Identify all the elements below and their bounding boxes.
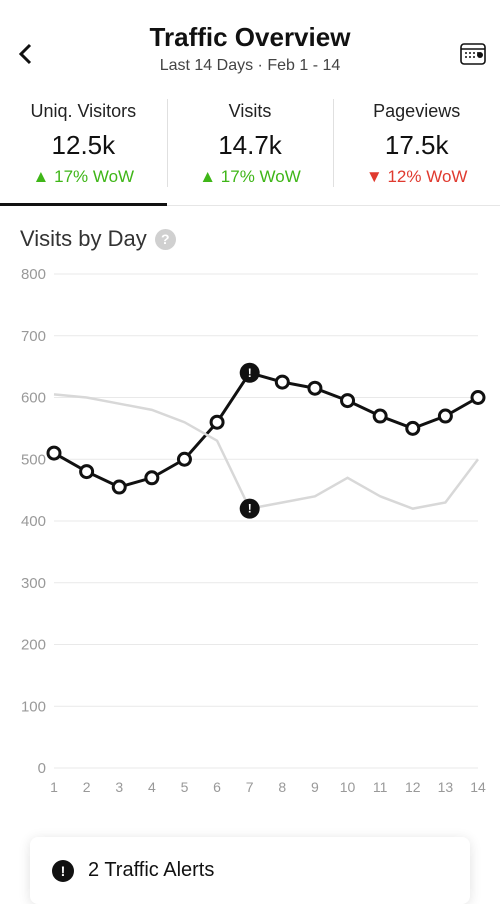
page-title: Traffic Overview [16, 22, 484, 53]
metric-label: Pageviews [337, 101, 496, 122]
metric-delta: ▼ 12% WoW [337, 167, 496, 187]
svg-text:12: 12 [405, 779, 421, 795]
section-title: Visits by Day [20, 226, 147, 252]
svg-text:0: 0 [38, 760, 46, 777]
svg-text:700: 700 [21, 328, 46, 345]
svg-text:1: 1 [50, 779, 58, 795]
svg-text:6: 6 [213, 779, 221, 795]
calendar-icon[interactable] [458, 38, 488, 68]
alerts-text: 2 Traffic Alerts [88, 859, 214, 882]
metric-delta: ▲ 17% WoW [4, 167, 163, 187]
svg-text:500: 500 [21, 451, 46, 468]
svg-text:9: 9 [311, 779, 319, 795]
metric-tab-pageviews[interactable]: Pageviews 17.5k ▼ 12% WoW [333, 85, 500, 205]
svg-text:11: 11 [373, 779, 388, 795]
metrics-tabs: Uniq. Visitors 12.5k ▲ 17% WoW Visits 14… [0, 85, 500, 206]
metric-label: Visits [171, 101, 330, 122]
metric-tab-visits[interactable]: Visits 14.7k ▲ 17% WoW [167, 85, 334, 205]
svg-text:200: 200 [21, 637, 46, 654]
svg-text:300: 300 [21, 575, 46, 592]
svg-text:3: 3 [115, 779, 123, 795]
metric-value: 14.7k [171, 130, 330, 161]
metric-delta: ▲ 17% WoW [171, 167, 330, 187]
metric-value: 17.5k [337, 130, 496, 161]
visits-by-day-chart: 0100200300400500600700800123456789101112… [14, 262, 486, 802]
svg-text:14: 14 [470, 779, 486, 795]
help-icon[interactable]: ? [155, 229, 176, 250]
svg-text:13: 13 [438, 779, 454, 795]
svg-text:600: 600 [21, 390, 46, 407]
metric-tab-uniq-visitors[interactable]: Uniq. Visitors 12.5k ▲ 17% WoW [0, 85, 167, 205]
metric-label: Uniq. Visitors [4, 101, 163, 122]
svg-text:100: 100 [21, 698, 46, 715]
svg-text:2: 2 [83, 779, 91, 795]
metric-value: 12.5k [4, 130, 163, 161]
svg-text:4: 4 [148, 779, 156, 795]
svg-text:5: 5 [181, 779, 189, 795]
svg-text:400: 400 [21, 513, 46, 530]
alert-icon: ! [52, 860, 74, 882]
svg-text:8: 8 [278, 779, 286, 795]
svg-text:10: 10 [340, 779, 356, 795]
svg-text:!: ! [248, 366, 252, 380]
svg-text:!: ! [248, 502, 252, 516]
selected-tab-underline [0, 203, 167, 206]
back-button[interactable] [12, 40, 40, 68]
svg-text:800: 800 [21, 266, 46, 283]
page-subtitle: Last 14 Days · Feb 1 - 14 [16, 57, 484, 75]
svg-text:7: 7 [246, 779, 254, 795]
traffic-alerts-card[interactable]: ! 2 Traffic Alerts [30, 837, 470, 904]
